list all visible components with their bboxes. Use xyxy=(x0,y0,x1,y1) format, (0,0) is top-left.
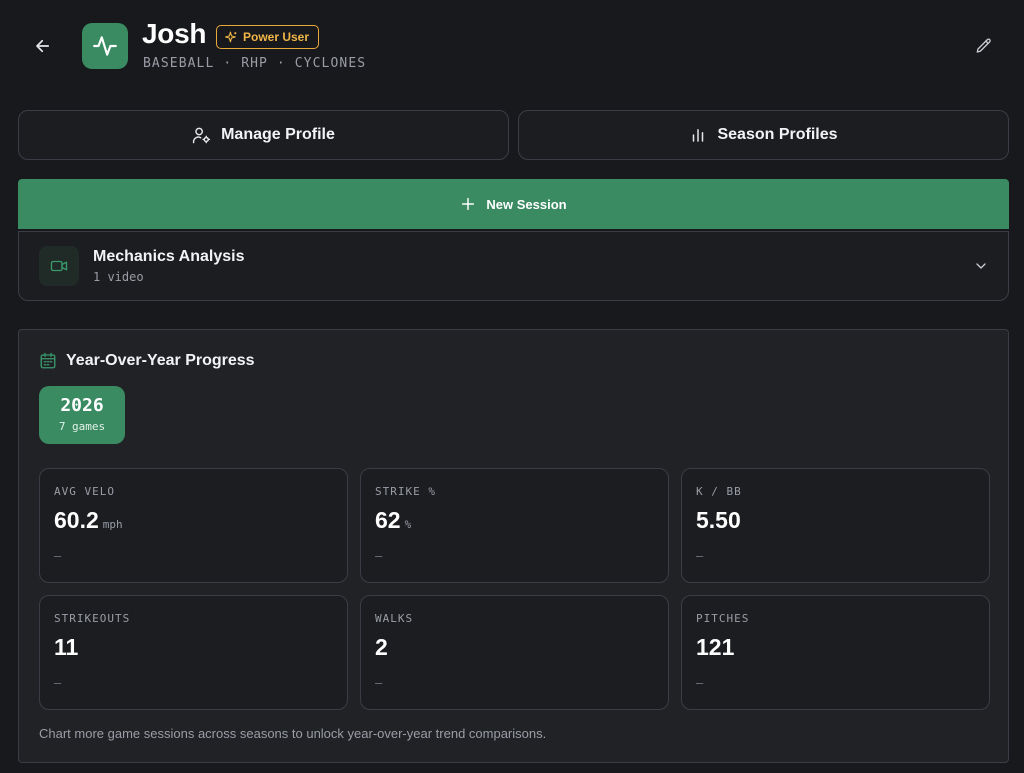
mechanics-analysis-card[interactable]: Mechanics Analysis 1 video xyxy=(18,231,1009,301)
profile-subtitle: BASEBALL · RHP · CYCLONES xyxy=(143,56,367,71)
stat-label: STRIKE % xyxy=(375,485,436,498)
stat-trend: — xyxy=(375,549,383,563)
stat-label: WALKS xyxy=(375,612,414,625)
season-profiles-button[interactable]: Season Profiles xyxy=(518,110,1009,160)
sparkles-icon xyxy=(225,31,237,42)
stat-unit: % xyxy=(404,518,412,531)
bar-chart-icon xyxy=(693,129,704,142)
yoy-title: Year-Over-Year Progress xyxy=(66,352,255,369)
profile-header: Josh Power User BASEBALL · RHP · CYCLONE… xyxy=(0,0,1024,95)
stat-value: 11 xyxy=(54,634,78,661)
year-over-year-panel: Year-Over-Year Progress 2026 7 games AVG… xyxy=(18,329,1009,763)
stat-label: PITCHES xyxy=(696,612,750,625)
plus-icon xyxy=(462,197,475,211)
stat-label: AVG VELO xyxy=(54,485,115,498)
year-games-count: 7 games xyxy=(58,420,106,433)
stat-number: 60.2 xyxy=(54,507,99,533)
stat-trend: — xyxy=(696,676,704,690)
stat-value: 2 xyxy=(375,634,388,661)
stat-value: 62% xyxy=(375,507,411,534)
stat-card-strikeouts: STRIKEOUTS 11 — xyxy=(39,595,348,710)
yoy-footnote: Chart more game sessions across seasons … xyxy=(39,726,547,741)
year-chip-2026[interactable]: 2026 7 games xyxy=(39,386,125,444)
stat-trend: — xyxy=(54,549,62,563)
stat-card-avg-velo: AVG VELO 60.2 mph — xyxy=(39,468,348,583)
new-session-label: New Session xyxy=(486,196,567,212)
manage-profile-label: Manage Profile xyxy=(221,126,335,143)
stat-unit: mph xyxy=(102,518,123,531)
stat-card-walks: WALKS 2 — xyxy=(360,595,669,710)
mechanics-subtitle: 1 video xyxy=(93,270,144,284)
video-camera-icon xyxy=(50,260,68,272)
stat-value: 121 xyxy=(696,634,734,661)
badge-label: Power User xyxy=(243,30,310,44)
manage-profile-button[interactable]: Manage Profile xyxy=(18,110,509,160)
stat-trend: — xyxy=(375,676,383,690)
stat-number: 5.50 xyxy=(696,507,741,533)
user-name: Josh xyxy=(142,18,207,49)
stat-label: STRIKEOUTS xyxy=(54,612,131,625)
new-session-button[interactable]: New Session xyxy=(18,179,1009,229)
expand-toggle[interactable] xyxy=(971,256,991,276)
stat-trend: — xyxy=(696,549,704,563)
edit-button[interactable] xyxy=(972,34,996,58)
back-button[interactable] xyxy=(31,34,55,58)
stat-number: 121 xyxy=(696,634,735,660)
user-cog-icon xyxy=(192,127,211,143)
avatar xyxy=(82,23,128,69)
mechanics-title: Mechanics Analysis xyxy=(93,248,245,265)
season-profiles-label: Season Profiles xyxy=(717,126,838,143)
year-label: 2026 xyxy=(60,395,104,416)
calendar-icon xyxy=(40,352,56,369)
stat-label: K / BB xyxy=(696,485,742,498)
stat-trend: — xyxy=(54,676,62,690)
chevron-down-icon xyxy=(976,263,986,269)
mechanics-icon-tile xyxy=(39,246,79,286)
stat-value: 5.50 xyxy=(696,507,741,534)
stat-card-pitches: PITCHES 121 — xyxy=(681,595,990,710)
arrow-left-icon xyxy=(36,39,50,53)
stat-value: 60.2 mph xyxy=(54,507,123,534)
stat-number: 2 xyxy=(375,634,388,660)
activity-pulse-icon xyxy=(93,36,117,56)
stat-card-strike-pct: STRIKE % 62% — xyxy=(360,468,669,583)
pencil-icon xyxy=(976,38,991,53)
stat-number: 11 xyxy=(54,634,79,660)
power-user-badge: Power User xyxy=(216,25,320,49)
stat-card-k-bb: K / BB 5.50 — xyxy=(681,468,990,583)
stat-number: 62 xyxy=(375,507,401,533)
